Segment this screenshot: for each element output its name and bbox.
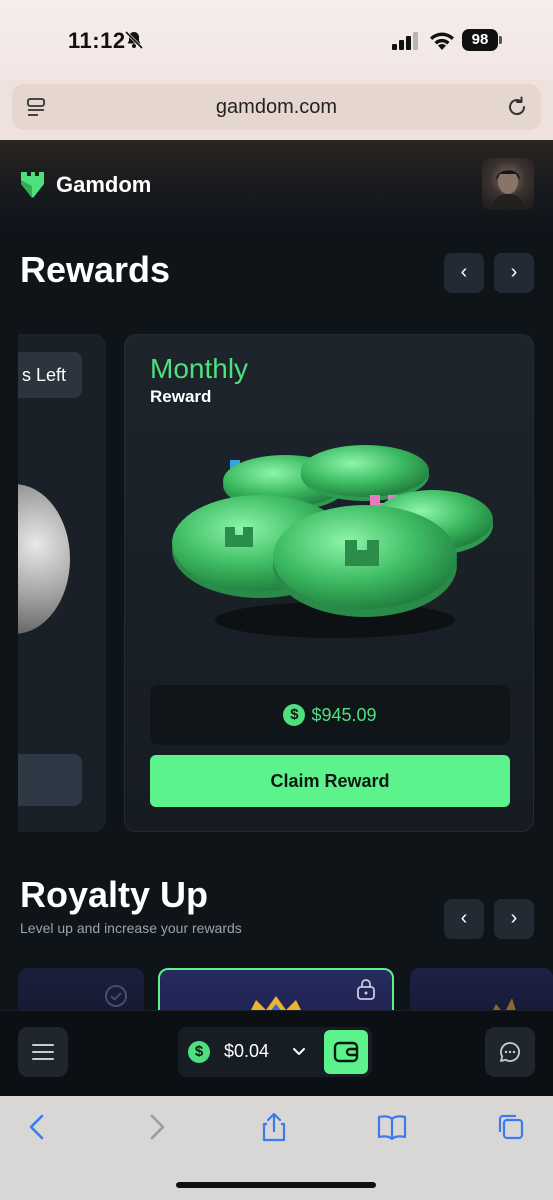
status-time: 11:12 xyxy=(68,28,126,53)
rewards-title: Rewards xyxy=(20,249,171,290)
share-icon[interactable] xyxy=(258,1112,290,1142)
chevron-down-icon[interactable] xyxy=(290,1043,308,1061)
silver-coin-image xyxy=(18,484,70,634)
reward-card-previous[interactable]: s Left xyxy=(18,334,106,832)
avatar-image xyxy=(490,170,526,210)
rewards-prev-button[interactable]: ‹ xyxy=(444,253,484,293)
reward-card-monthly: Monthly Reward $ $945.09 Claim Reward xyxy=(124,334,534,832)
dollar-coin-icon: $ xyxy=(188,1041,210,1063)
gamdom-logo-icon[interactable] xyxy=(18,168,46,200)
chat-bubble-icon xyxy=(500,1042,520,1062)
reward-card-subtitle: Reward xyxy=(150,387,212,406)
url-text[interactable]: gamdom.com xyxy=(12,96,541,119)
silent-bell-icon xyxy=(124,30,144,50)
tabs-icon[interactable] xyxy=(494,1112,526,1142)
green-coins-image xyxy=(172,445,493,638)
user-avatar[interactable] xyxy=(482,158,534,210)
battery-indicator: 98 xyxy=(462,29,498,51)
rewards-next-button[interactable]: › xyxy=(494,253,534,293)
royalty-subtitle: Level up and increase your rewards xyxy=(20,920,242,936)
wifi-icon xyxy=(430,32,454,50)
brand-name[interactable]: Gamdom xyxy=(56,172,151,198)
back-icon[interactable] xyxy=(22,1112,54,1142)
browser-toolbar xyxy=(0,1096,553,1200)
hamburger-icon xyxy=(32,1044,54,1060)
address-bar[interactable]: gamdom.com xyxy=(12,84,541,130)
wallet-icon xyxy=(333,1041,359,1063)
site-header: Gamdom xyxy=(0,140,553,230)
lock-icon xyxy=(357,979,375,1000)
reload-icon[interactable] xyxy=(505,95,529,119)
royalty-prev-button[interactable]: ‹ xyxy=(444,899,484,939)
reward-amount-box: $ $945.09 xyxy=(150,685,510,745)
check-circle-icon xyxy=(105,985,127,1007)
dollar-coin-icon: $ xyxy=(283,704,306,726)
wallet-button[interactable] xyxy=(324,1030,368,1074)
battery-nub xyxy=(499,36,502,44)
royalty-next-button[interactable]: › xyxy=(494,899,534,939)
cellular-signal-icon xyxy=(392,32,418,50)
home-indicator[interactable] xyxy=(176,1182,376,1188)
balance-selector[interactable]: $ $0.04 xyxy=(178,1027,372,1077)
reward-amount: $945.09 xyxy=(311,705,377,725)
royalty-title: Royalty Up xyxy=(20,874,209,915)
ios-status-bar: 11:12 98 xyxy=(0,0,553,80)
chat-button[interactable] xyxy=(485,1027,535,1077)
reward-card-title: Monthly xyxy=(150,353,249,384)
time-left-badge: s Left xyxy=(18,352,82,398)
balance-amount: $0.04 xyxy=(224,1041,270,1061)
forward-icon[interactable] xyxy=(140,1112,172,1142)
menu-button[interactable] xyxy=(18,1027,68,1077)
bookmarks-icon[interactable] xyxy=(376,1112,408,1142)
browser-address-area: gamdom.com xyxy=(0,80,553,140)
previous-card-button[interactable] xyxy=(18,754,82,806)
bottom-dock: $ $0.04 xyxy=(0,1010,553,1096)
claim-reward-button[interactable]: Claim Reward xyxy=(150,755,510,807)
